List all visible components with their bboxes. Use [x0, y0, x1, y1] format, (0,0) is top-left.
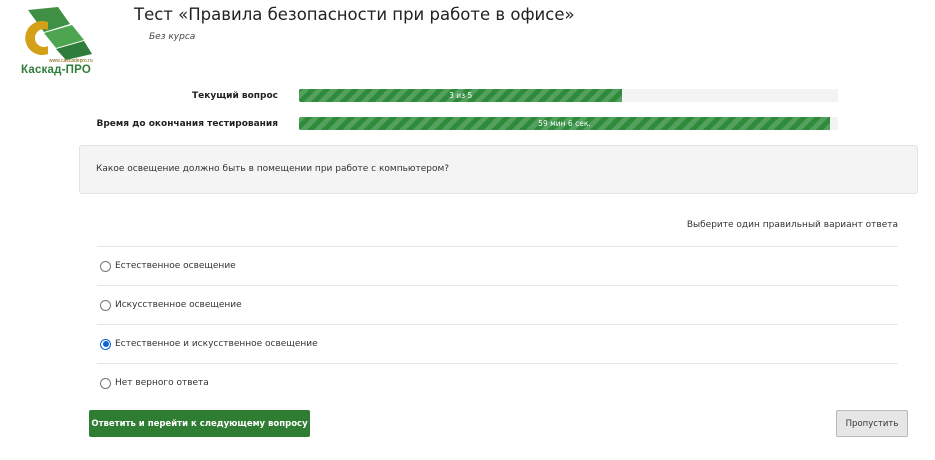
radio-button[interactable]: [100, 338, 111, 350]
answer-label[interactable]: Нет верного ответа: [115, 378, 209, 388]
time-progress-text: 59 мин 6 сек.: [538, 119, 591, 128]
answer-label[interactable]: Естественное и искусственное освещение: [115, 339, 318, 349]
company-logo: www.cascadepro.ru Каскад-ПРО: [8, 4, 108, 78]
radio-button[interactable]: [100, 299, 111, 311]
answer-list: Естественное освещение Искусственное осв…: [97, 246, 898, 402]
answer-instruction: Выберите один правильный вариант ответа: [686, 220, 898, 230]
logo-name: Каскад-ПРО: [21, 64, 91, 76]
skip-button[interactable]: Пропустить: [836, 410, 908, 437]
page-title: Тест «Правила безопасности при работе в …: [134, 5, 575, 24]
answer-option[interactable]: Естественное и искусственное освещение: [97, 324, 898, 363]
answer-option[interactable]: Естественное освещение: [97, 246, 898, 285]
question-progress-fill: 3 из 5: [299, 89, 623, 102]
time-progress-bar: 59 мин 6 сек.: [299, 117, 838, 130]
answer-label[interactable]: Искусственное освещение: [115, 300, 242, 310]
radio-button[interactable]: [100, 377, 111, 389]
answer-option[interactable]: Нет верного ответа: [97, 363, 898, 402]
question-panel: Какое освещение должно быть в помещении …: [79, 145, 918, 194]
question-text: Какое освещение должно быть в помещении …: [96, 164, 450, 174]
radio-button[interactable]: [100, 260, 111, 272]
time-remaining-label: Время до окончания тестирования: [96, 119, 278, 129]
submit-answer-button[interactable]: Ответить и перейти к следующему вопросу: [89, 410, 310, 437]
current-question-label: Текущий вопрос: [192, 91, 278, 101]
answer-option[interactable]: Искусственное освещение: [97, 285, 898, 324]
time-progress-fill: 59 мин 6 сек.: [299, 117, 830, 130]
question-progress-bar: 3 из 5: [299, 89, 838, 102]
course-name: Без курса: [149, 32, 196, 42]
answer-label[interactable]: Естественное освещение: [115, 261, 236, 271]
question-progress-text: 3 из 5: [449, 91, 473, 100]
radio-selected-dot: [102, 341, 109, 347]
